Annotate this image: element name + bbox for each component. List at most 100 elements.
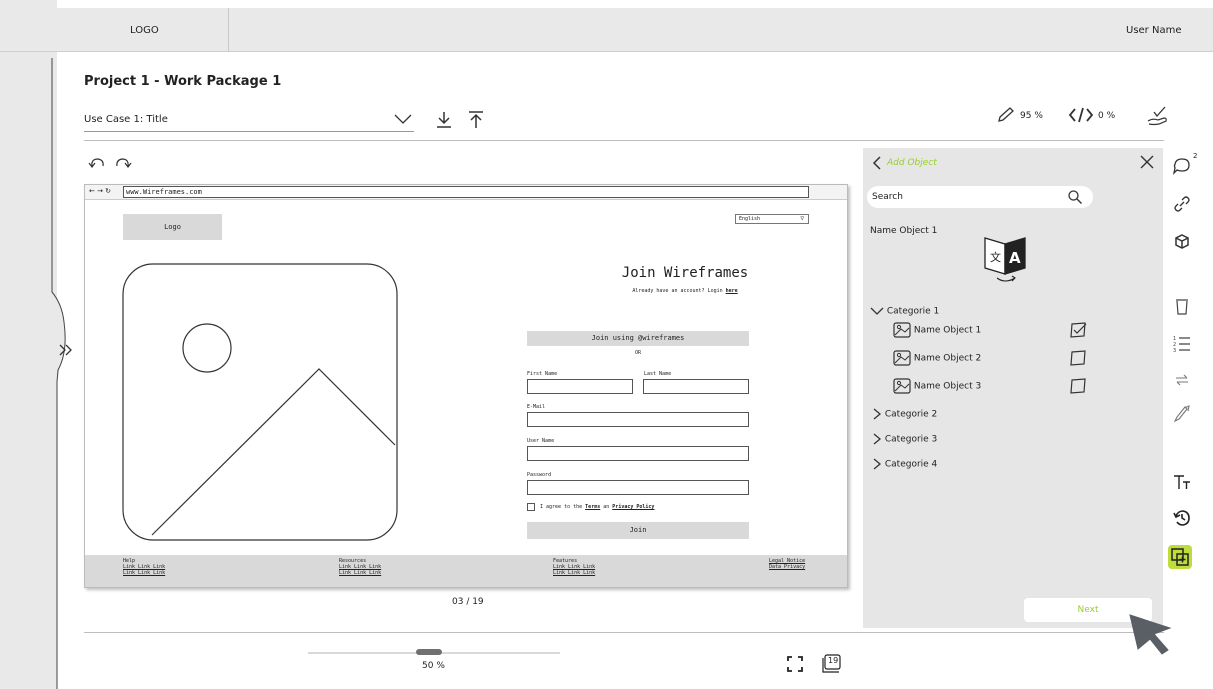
category-toggle[interactable]: Categorie 3 — [872, 433, 937, 445]
chevron-right-icon — [873, 433, 882, 445]
email-field[interactable] — [527, 412, 749, 427]
category-label: Categorie 4 — [884, 459, 938, 470]
category-label: Categorie 1 — [886, 306, 940, 317]
mock-language-select[interactable]: English ▽ — [735, 214, 809, 224]
object-label: Name Object 1 — [913, 325, 982, 336]
zoom-value: 50 % — [422, 661, 445, 671]
browser-address-bar: ← → ↻ www.Wireframes.com — [85, 185, 847, 200]
user-name[interactable]: User Name — [1126, 25, 1181, 36]
username-field[interactable] — [527, 446, 749, 461]
join-using-button[interactable]: Join using @wireframes — [527, 331, 749, 346]
footer-col-help: Help Link Link Link Link Link Link — [123, 558, 166, 576]
bottom-divider — [84, 632, 1164, 633]
text-size-icon[interactable] — [1172, 472, 1192, 492]
object-row[interactable]: Name Object 3 — [893, 378, 981, 394]
chevron-down-icon: ▽ — [800, 215, 804, 222]
double-chevron-right-icon[interactable] — [58, 343, 74, 357]
add-object-panel: Add Object Search Name Object 1 文 A Cate… — [863, 148, 1163, 628]
agree-checkbox[interactable] — [527, 503, 535, 511]
category-toggle[interactable]: Categorie 1 — [870, 306, 939, 317]
password-label: Password — [527, 472, 552, 478]
last-name-field[interactable] — [643, 379, 749, 394]
mock-footer: Help Link Link Link Link Link Link Resou… — [85, 555, 847, 587]
category-toggle[interactable]: Categorie 4 — [872, 458, 937, 470]
zoom-slider-handle[interactable] — [416, 649, 442, 655]
comment-count: 2 — [1193, 152, 1198, 160]
image-placeholder[interactable] — [122, 263, 398, 541]
fullscreen-icon[interactable] — [787, 656, 803, 672]
page-counter: 03 / 19 — [452, 597, 484, 607]
checkbox-icon[interactable] — [1069, 378, 1087, 394]
swap-icon[interactable] — [1172, 370, 1192, 390]
checked-box-icon[interactable] — [1069, 322, 1087, 338]
footer-col-legal: Legal Notice Data Privacy — [769, 558, 805, 570]
chevron-down-icon[interactable] — [394, 112, 412, 126]
upload-icon[interactable] — [466, 110, 486, 130]
agree-text: I agree to the Terms an Privacy Policy — [540, 504, 655, 510]
join-button[interactable]: Join — [527, 522, 749, 539]
redo-icon[interactable] — [114, 156, 132, 170]
paint-brush-icon[interactable] — [1172, 404, 1192, 424]
mock-logo[interactable]: Logo — [123, 214, 222, 240]
svg-text:文: 文 — [990, 250, 1001, 264]
object-label: Name Object 3 — [913, 381, 982, 392]
login-link[interactable]: here — [726, 288, 738, 294]
download-icon[interactable] — [434, 110, 454, 130]
numbered-list-icon[interactable]: 1 2 3 — [1172, 334, 1192, 354]
first-name-label: First Name — [527, 371, 558, 377]
search-input[interactable]: Search — [867, 186, 1093, 208]
edit-percent: 95 % — [1020, 111, 1043, 121]
image-icon — [893, 350, 911, 366]
code-icon[interactable] — [1068, 106, 1094, 124]
footer-col-resources: Resources Link Link Link Link Link Link — [339, 558, 382, 576]
object-row[interactable]: Name Object 1 — [893, 322, 981, 338]
history-icon[interactable] — [1172, 508, 1192, 528]
first-name-field[interactable] — [527, 379, 633, 394]
translate-icon[interactable]: 文 A — [981, 230, 1033, 286]
password-field[interactable] — [527, 480, 749, 495]
svg-text:3: 3 — [1173, 348, 1176, 354]
category-label: Categorie 3 — [884, 434, 938, 445]
hand-check-icon[interactable] — [1146, 104, 1170, 128]
language-value: English — [739, 216, 761, 222]
username-label: User Name — [527, 438, 555, 444]
data-privacy-link[interactable]: Data Privacy — [769, 564, 805, 570]
chevron-right-icon — [873, 458, 882, 470]
chevron-down-icon — [870, 307, 884, 315]
terms-link[interactable]: Terms — [585, 504, 600, 510]
category-label: Categorie 2 — [884, 409, 938, 420]
selected-object-name: Name Object 1 — [870, 226, 938, 236]
checkbox-icon[interactable] — [1069, 350, 1087, 366]
layers-icon[interactable] — [1170, 547, 1190, 567]
svg-text:A: A — [1009, 249, 1021, 267]
url-field[interactable]: www.Wireframes.com — [123, 186, 809, 198]
cube-icon[interactable] — [1172, 232, 1192, 252]
panel-title: Add Object — [887, 158, 937, 168]
left-rail — [0, 0, 57, 689]
project-title: Project 1 - Work Package 1 — [84, 74, 282, 89]
pencil-icon[interactable] — [996, 106, 1016, 124]
email-label: E-Mail — [527, 404, 546, 410]
trash-icon[interactable] — [1172, 296, 1192, 316]
pages-icon[interactable]: 19 — [822, 654, 846, 674]
or-label: OR — [634, 350, 642, 356]
wireframe-canvas[interactable]: ← → ↻ www.Wireframes.com Logo English ▽ … — [84, 184, 848, 588]
image-icon — [893, 322, 911, 338]
category-toggle[interactable]: Categorie 2 — [872, 408, 937, 420]
join-subtitle: Already have an account? Login here — [632, 288, 738, 294]
logo: LOGO — [130, 25, 159, 36]
close-icon[interactable] — [1139, 154, 1155, 170]
object-row[interactable]: Name Object 2 — [893, 350, 981, 366]
join-title: Join Wireframes — [621, 265, 749, 281]
use-case-select[interactable]: Use Case 1: Title — [84, 110, 414, 132]
undo-icon[interactable] — [88, 156, 106, 170]
browser-nav-icons: ← → ↻ — [89, 187, 112, 195]
link-icon[interactable] — [1172, 194, 1192, 214]
header-divider — [84, 140, 1164, 141]
privacy-link[interactable]: Privacy Policy — [612, 504, 654, 510]
code-percent: 0 % — [1098, 111, 1116, 121]
search-icon[interactable] — [1067, 189, 1083, 205]
comment-icon[interactable] — [1172, 156, 1192, 176]
object-label: Name Object 2 — [913, 353, 982, 364]
chevron-left-icon[interactable] — [871, 156, 883, 170]
